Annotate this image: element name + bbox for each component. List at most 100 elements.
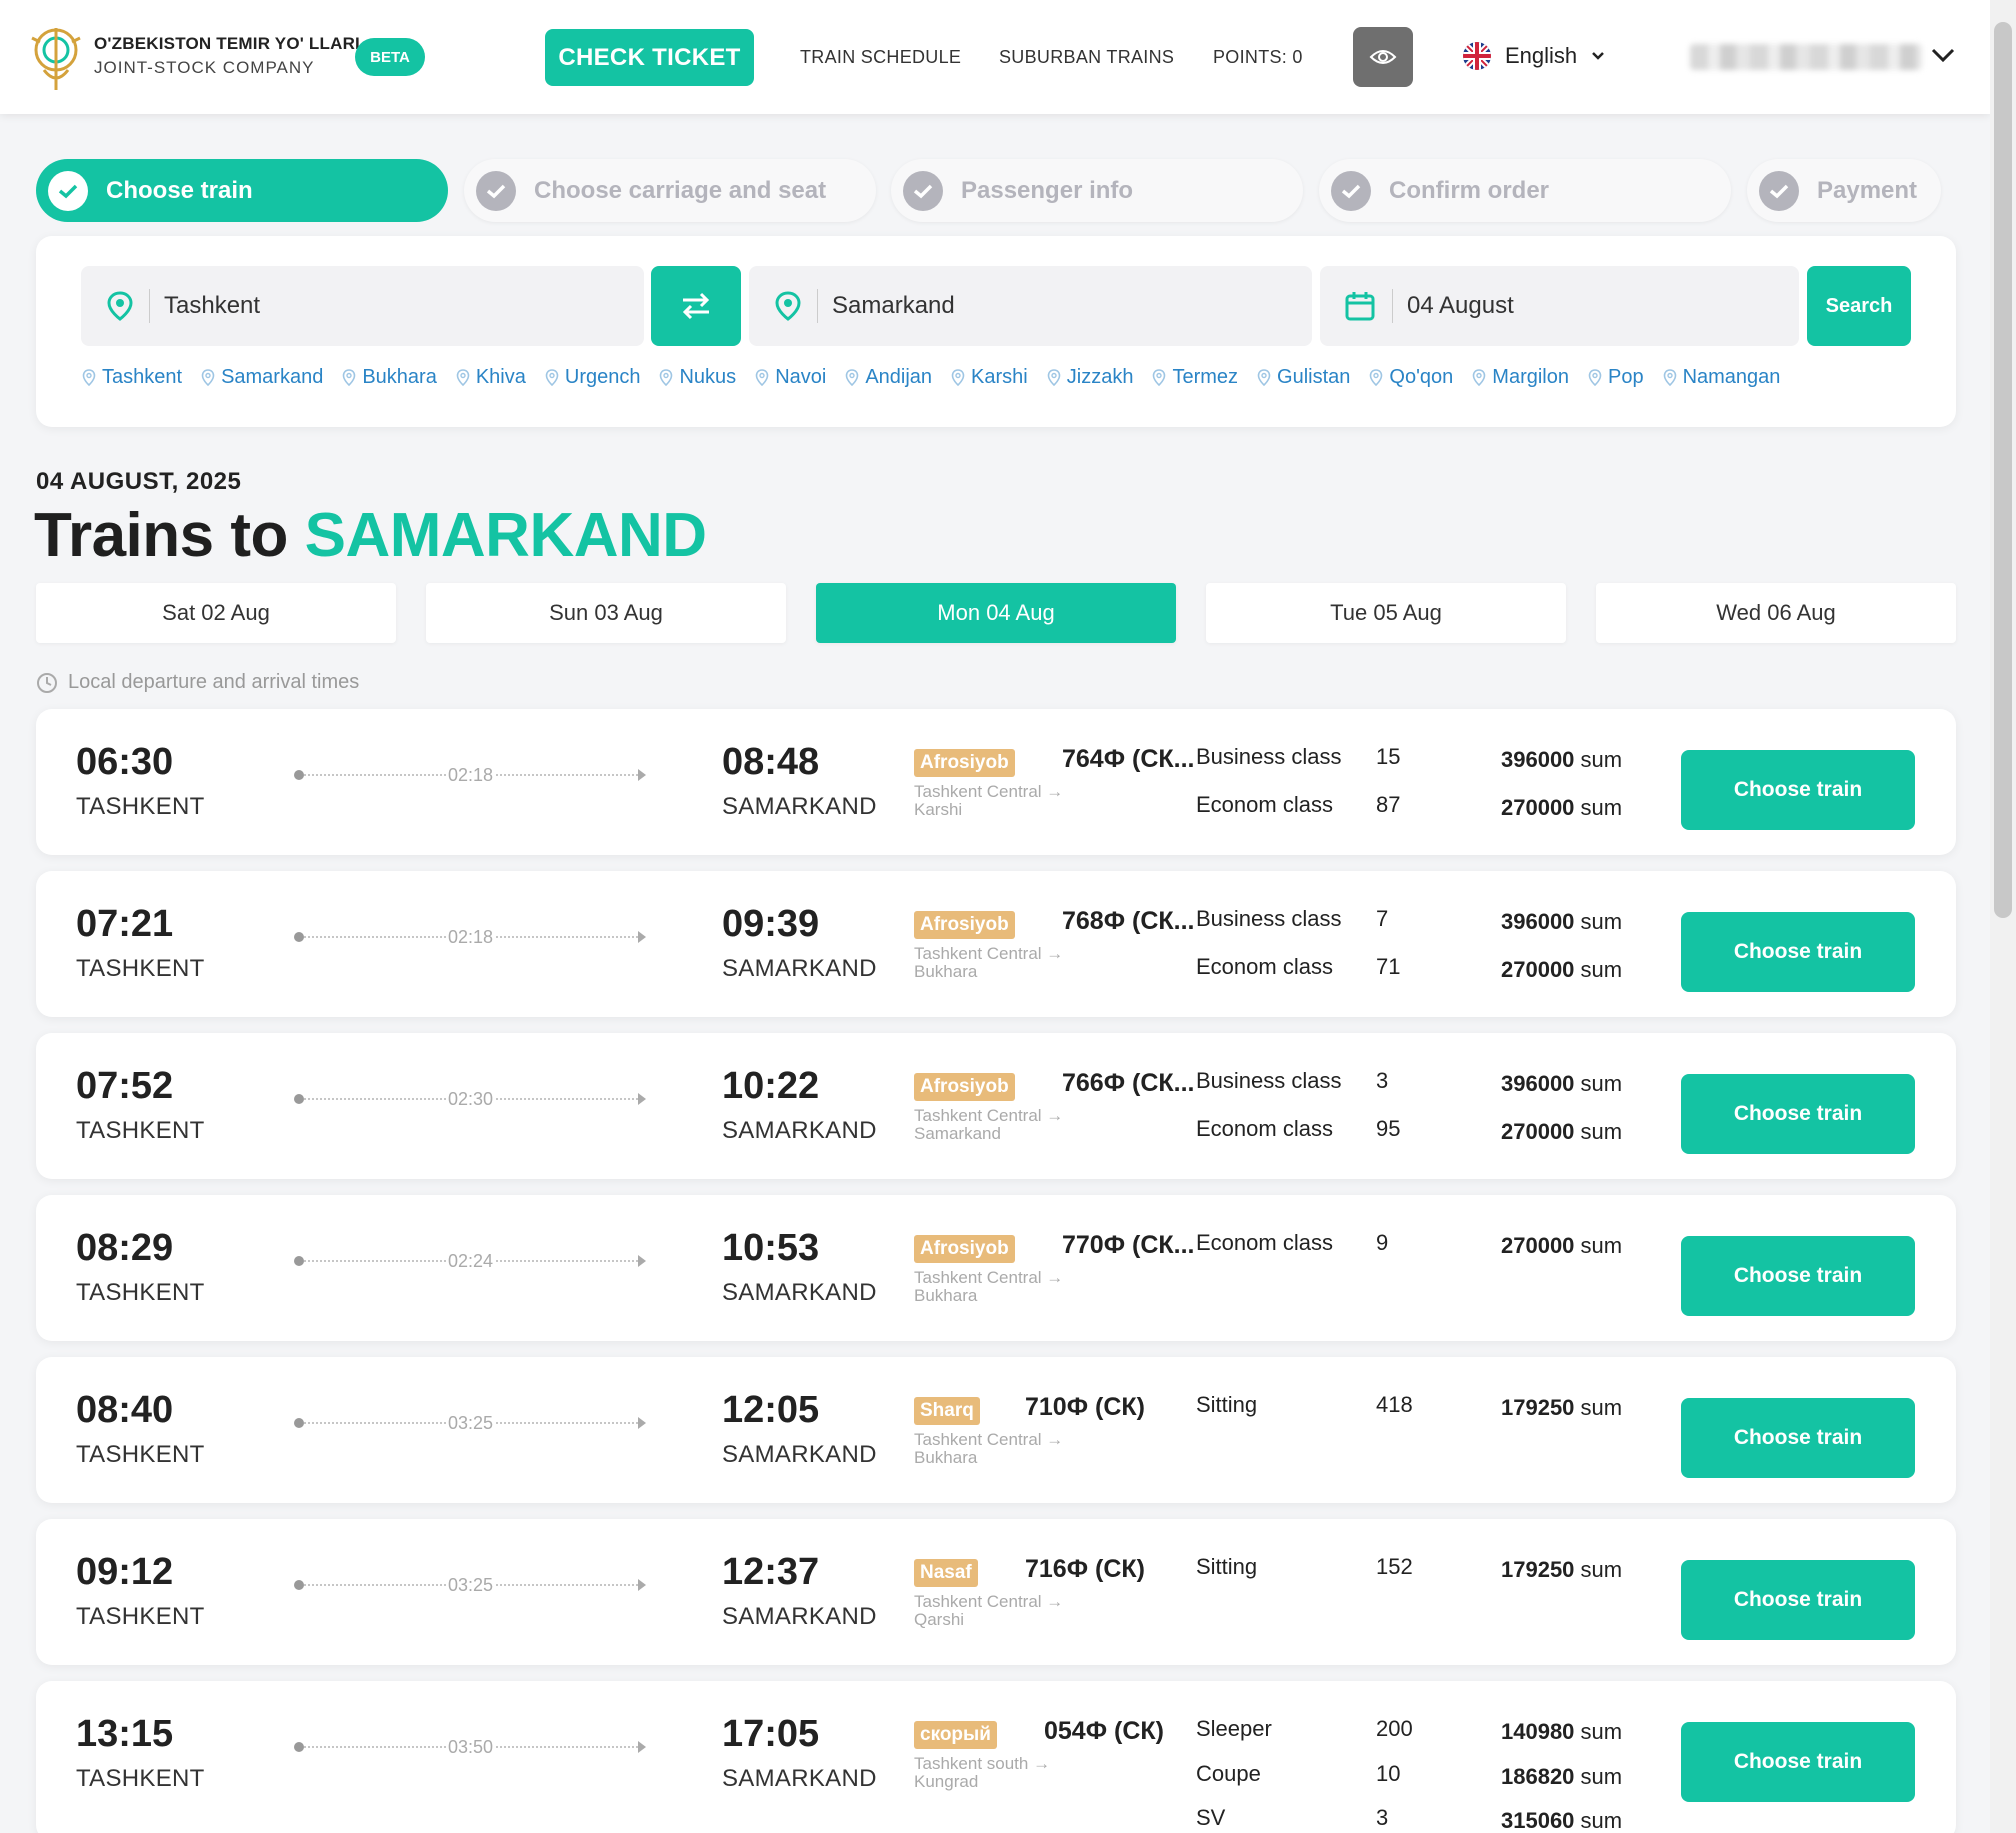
journey-timeline: 03:25 <box>294 1413 646 1434</box>
date-tab-tue[interactable]: Tue 05 Aug <box>1206 583 1566 643</box>
train-brand-badge: Nasaf <box>914 1559 978 1587</box>
from-field[interactable]: Tashkent <box>81 266 644 346</box>
quick-city-link[interactable]: Pop <box>1588 366 1644 389</box>
quick-city-link[interactable]: Namangan <box>1663 366 1780 389</box>
language-selector[interactable]: English <box>1463 42 1605 70</box>
results-date: 04 AUGUST, 2025 <box>36 468 242 495</box>
price-unit: sum <box>1580 1764 1623 1789</box>
quick-city-label: Samarkand <box>221 366 324 388</box>
price-unit: sum <box>1580 957 1623 982</box>
quick-city-link[interactable]: Gulistan <box>1257 366 1350 389</box>
date-tab-sat[interactable]: Sat 02 Aug <box>36 583 396 643</box>
step-choose-train[interactable]: Choose train <box>36 159 448 222</box>
train-brand-badge: Afrosiyob <box>914 1235 1015 1263</box>
check-icon <box>903 170 943 211</box>
swap-arrows-icon <box>682 292 710 320</box>
quick-city-link[interactable]: Karshi <box>951 366 1028 389</box>
quick-city-link[interactable]: Jizzakh <box>1047 366 1133 389</box>
date-field[interactable]: 04 August <box>1320 266 1799 346</box>
quick-city-link[interactable]: Navoi <box>755 366 826 389</box>
quick-city-link[interactable]: Termez <box>1152 366 1238 389</box>
price-amount: 396000 <box>1501 1071 1575 1096</box>
price-amount: 179250 <box>1501 1557 1575 1582</box>
choose-train-button[interactable]: Choose train <box>1681 1074 1915 1154</box>
location-pin-icon <box>82 369 96 386</box>
choose-train-button[interactable]: Choose train <box>1681 1236 1915 1316</box>
check-ticket-button[interactable]: CHECK TICKET <box>545 29 754 86</box>
to-field[interactable]: Samarkand <box>749 266 1312 346</box>
quick-city-link[interactable]: Samarkand <box>201 366 323 389</box>
step-payment[interactable]: Payment <box>1747 159 1941 222</box>
timeline-start-dot <box>294 932 304 942</box>
title-destination: SAMARKAND <box>304 501 707 570</box>
quick-city-link[interactable]: Qo'qon <box>1369 366 1453 389</box>
location-pin-icon <box>545 369 559 386</box>
date-tab-wed[interactable]: Wed 06 Aug <box>1596 583 1956 643</box>
seat-class-name: Business class <box>1196 744 1342 769</box>
train-brand-badge: Afrosiyob <box>914 911 1015 939</box>
step-label: Confirm order <box>1389 176 1550 204</box>
quick-city-link[interactable]: Andijan <box>845 366 932 389</box>
choose-train-button[interactable]: Choose train <box>1681 1398 1915 1478</box>
quick-city-link[interactable]: Khiva <box>456 366 526 389</box>
seat-class-name: Business class <box>1196 1068 1342 1093</box>
location-pin-icon <box>1370 369 1383 386</box>
timeline-start-dot <box>294 1580 304 1590</box>
quick-city-link[interactable]: Margilon <box>1472 366 1569 389</box>
step-label: Choose carriage and seat <box>534 176 827 204</box>
to-value: Samarkand <box>832 292 955 319</box>
seat-class-name: Econom class <box>1196 1230 1333 1255</box>
arrow-right-icon <box>638 1093 646 1105</box>
train-route: Tashkent Central → Qarshi <box>914 1592 1064 1629</box>
nav-points[interactable]: POINTS: 0 <box>1213 47 1303 68</box>
search-button[interactable]: Search <box>1807 266 1911 346</box>
train-card: 09:12 TASHKENT 03:25 12:37 SAMARKAND Nasaf 716… <box>36 1519 1956 1665</box>
arrival-time: 10:53 <box>722 1227 820 1269</box>
swap-stations-button[interactable] <box>651 266 741 346</box>
step-passenger-info[interactable]: Passenger info <box>891 159 1303 222</box>
train-number: 768Ф (СК... <box>1062 907 1195 935</box>
user-menu-chevron-icon[interactable] <box>1930 47 1956 65</box>
step-choose-carriage[interactable]: Choose carriage and seat <box>464 159 876 222</box>
quick-city-link[interactable]: Bukhara <box>342 366 437 389</box>
journey-duration: 02:18 <box>446 765 496 786</box>
seat-class-name: Sitting <box>1196 1554 1258 1579</box>
journey-timeline: 03:25 <box>294 1575 646 1596</box>
departure-city: TASHKENT <box>76 793 205 820</box>
eye-icon <box>1369 50 1397 64</box>
departure-city: TASHKENT <box>76 1279 205 1306</box>
quick-city-link[interactable]: Tashkent <box>82 366 182 389</box>
arrival-time: 12:05 <box>722 1389 820 1431</box>
uk-flag-icon <box>1463 42 1491 70</box>
scrollbar-thumb[interactable] <box>1994 22 2012 918</box>
choose-train-button[interactable]: Choose train <box>1681 912 1915 992</box>
price-amount: 315060 <box>1501 1808 1575 1833</box>
accessibility-eye-button[interactable] <box>1353 27 1413 87</box>
arrow-right-icon <box>638 1741 646 1753</box>
date-tab-mon[interactable]: Mon 04 Aug <box>816 583 1176 643</box>
seat-count: 10 <box>1376 1761 1401 1786</box>
choose-train-button[interactable]: Choose train <box>1681 750 1915 830</box>
quick-city-link[interactable]: Urgench <box>545 366 640 389</box>
arrival-city: SAMARKAND <box>722 1117 877 1144</box>
choose-train-button[interactable]: Choose train <box>1681 1722 1915 1802</box>
quick-city-label: Karshi <box>971 366 1028 388</box>
quick-city-link[interactable]: Nukus <box>659 366 736 389</box>
step-confirm-order[interactable]: Confirm order <box>1319 159 1731 222</box>
step-label: Choose train <box>106 176 253 204</box>
timeline-start-dot <box>294 1094 304 1104</box>
price-amount: 270000 <box>1501 957 1575 982</box>
user-account-blurred[interactable] <box>1690 44 1922 70</box>
railway-logo-icon[interactable] <box>30 20 82 94</box>
choose-train-button[interactable]: Choose train <box>1681 1560 1915 1640</box>
quick-city-label: Navoi <box>775 366 827 388</box>
date-tab-sun[interactable]: Sun 03 Aug <box>426 583 786 643</box>
seat-count: 3 <box>1376 1805 1389 1830</box>
seat-count: 3 <box>1376 1068 1389 1093</box>
arrival-time: 10:22 <box>722 1065 820 1107</box>
nav-suburban-trains[interactable]: SUBURBAN TRAINS <box>999 47 1174 68</box>
nav-train-schedule[interactable]: TRAIN SCHEDULE <box>800 47 961 68</box>
seat-class-name: Business class <box>1196 906 1342 931</box>
train-route: Tashkent Central → Bukhara <box>914 1268 1064 1305</box>
train-card: 06:30 TASHKENT 02:18 08:48 SAMARKAND Afrosiyo… <box>36 709 1956 855</box>
